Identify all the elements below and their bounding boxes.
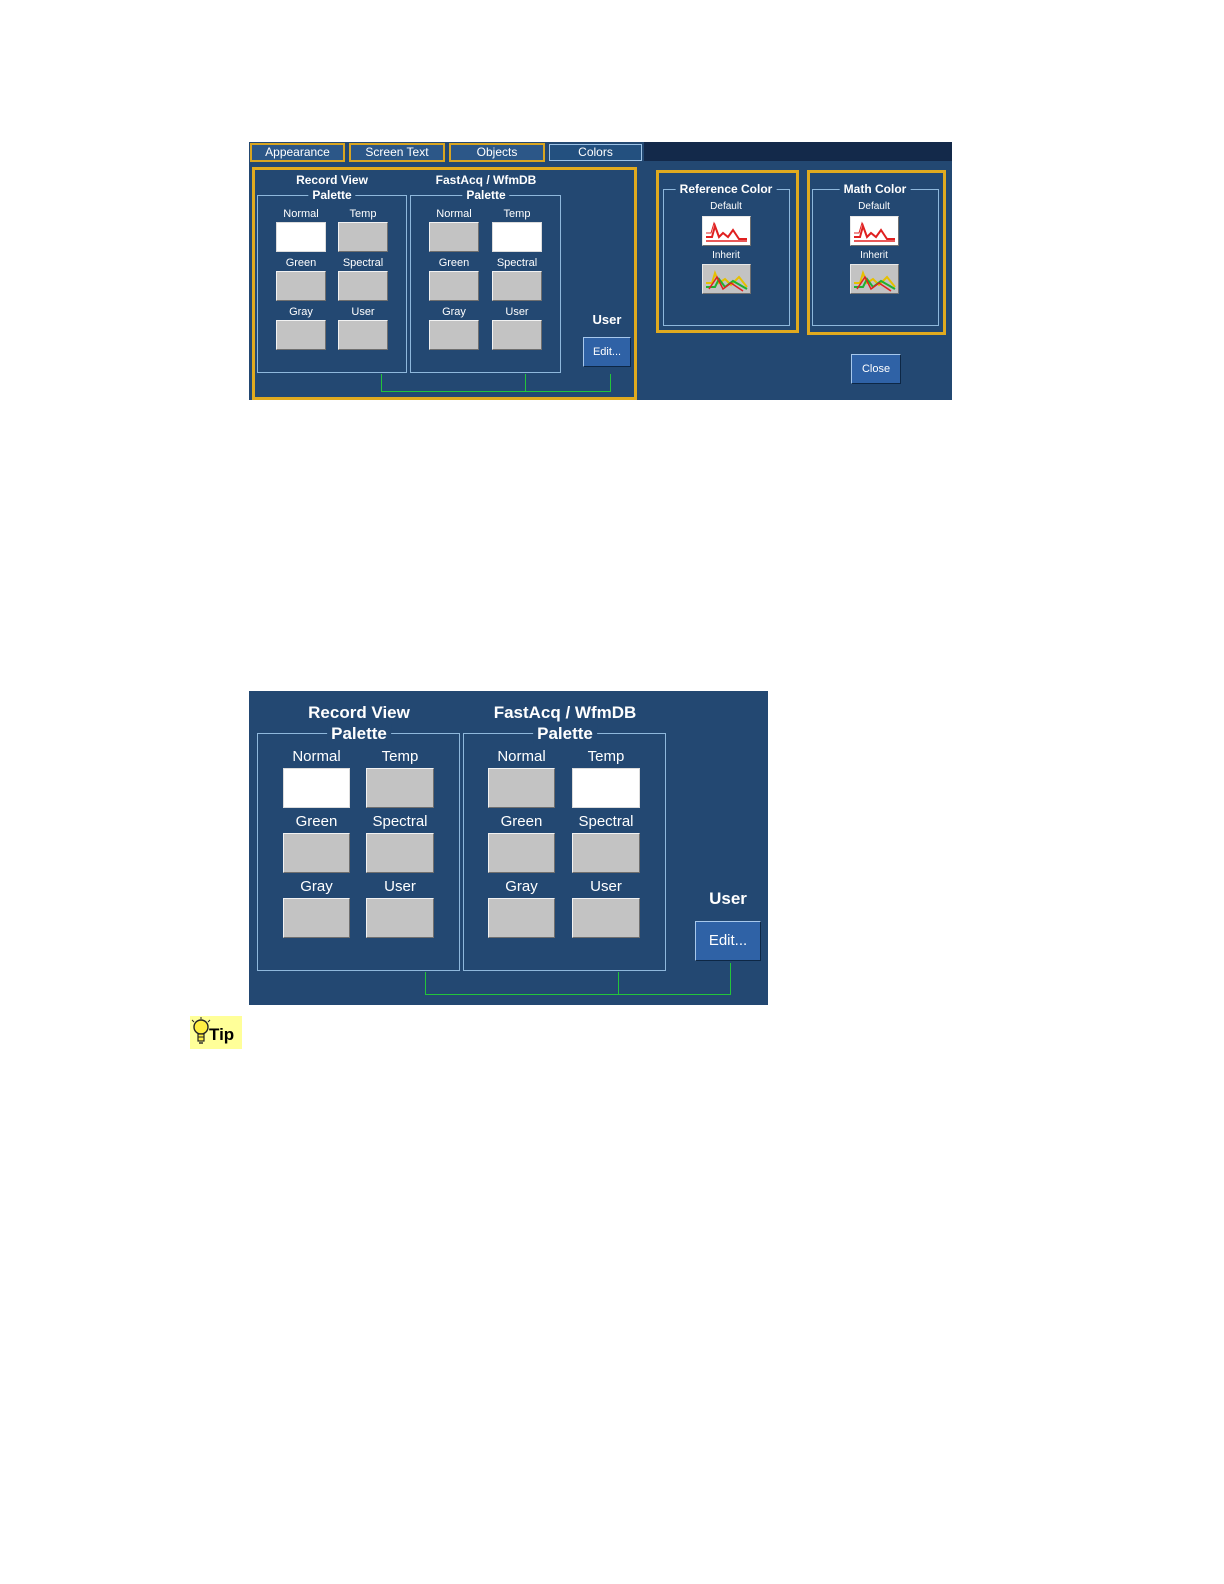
reference-inherit-button[interactable] — [702, 264, 751, 294]
connector-line-left — [381, 374, 382, 392]
zoom-fa-user-swatch[interactable] — [572, 898, 640, 938]
rv-temp-swatch[interactable] — [338, 222, 388, 252]
zoom-fa-green-swatch[interactable] — [488, 833, 555, 873]
zoom-record-view-title: Record View — [308, 703, 410, 722]
zoom-rv-user-swatch[interactable] — [366, 898, 434, 938]
fa-gray-swatch[interactable] — [429, 320, 479, 350]
fa-temp-label: Temp — [503, 208, 531, 220]
tip-badge: Tip — [190, 1016, 242, 1049]
fa-gray-label: Gray — [442, 306, 466, 318]
zoom-user-label: User — [709, 889, 747, 908]
math-color-title: Math Color — [839, 182, 911, 196]
red-waveform-icon — [854, 221, 895, 242]
zoom-rv-green-swatch[interactable] — [283, 833, 350, 873]
rv-normal-label: Normal — [283, 208, 319, 220]
zoom-rv-temp-label: Temp — [381, 748, 419, 765]
zoom-rv-temp-swatch[interactable] — [366, 768, 434, 808]
close-button[interactable]: Close — [851, 354, 901, 384]
math-inherit-button[interactable] — [850, 264, 899, 294]
red-waveform-icon — [706, 221, 747, 242]
zoom-edit-user-palette-button[interactable]: Edit... — [695, 921, 761, 961]
zoom-fa-temp-swatch[interactable] — [572, 768, 640, 808]
tab-screen-text[interactable]: Screen Text — [349, 143, 445, 162]
record-view-subtitle: Palette — [308, 188, 356, 202]
fa-green-swatch[interactable] — [429, 271, 479, 301]
colors-dialog: Appearance Screen Text Objects Colors Re… — [249, 142, 952, 400]
connector-line-horizontal — [381, 391, 611, 392]
zoom-fa-gray-label: Gray — [505, 878, 538, 895]
zoom-connector-line-left — [425, 972, 426, 995]
zoom-rv-spectral-swatch[interactable] — [366, 833, 434, 873]
zoom-fastacq-subtitle: Palette — [533, 724, 597, 744]
zoom-rv-spectral-label: Spectral — [372, 813, 428, 830]
zoom-rv-gray-swatch[interactable] — [283, 898, 350, 938]
tab-objects[interactable]: Objects — [449, 143, 545, 162]
zoom-fa-user-label: User — [590, 878, 622, 895]
zoom-fa-normal-label: Normal — [497, 748, 546, 765]
fa-spectral-swatch[interactable] — [492, 271, 542, 301]
zoom-rv-normal-swatch[interactable] — [283, 768, 350, 808]
rv-user-label: User — [351, 306, 375, 318]
multicolor-waveform-icon — [854, 269, 896, 292]
zoom-fa-normal-swatch[interactable] — [488, 768, 555, 808]
zoom-connector-line-middle — [618, 972, 619, 995]
tab-bar-fill — [644, 142, 952, 161]
zoom-record-view-subtitle: Palette — [327, 724, 391, 744]
zoom-rv-normal-label: Normal — [292, 748, 341, 765]
reference-inherit-label: Inherit — [712, 250, 740, 261]
zoom-rv-green-label: Green — [295, 813, 338, 830]
record-view-title: Record View — [296, 173, 368, 187]
rv-green-swatch[interactable] — [276, 271, 326, 301]
rv-gray-swatch[interactable] — [276, 320, 326, 350]
reference-color-title: Reference Color — [675, 182, 777, 196]
fa-user-swatch[interactable] — [492, 320, 542, 350]
math-default-label: Default — [858, 201, 890, 212]
fa-spectral-label: Spectral — [496, 257, 538, 269]
fa-green-label: Green — [438, 257, 470, 269]
fastacq-title: FastAcq / WfmDB — [435, 173, 537, 187]
rv-normal-swatch[interactable] — [276, 222, 326, 252]
math-inherit-label: Inherit — [860, 250, 888, 261]
user-label: User — [592, 312, 622, 327]
fastacq-subtitle: Palette — [462, 188, 510, 202]
fa-user-label: User — [505, 306, 529, 318]
connector-line-right — [610, 374, 611, 392]
rv-green-label: Green — [285, 257, 317, 269]
fa-temp-swatch[interactable] — [492, 222, 542, 252]
zoom-rv-user-label: User — [384, 878, 416, 895]
math-default-button[interactable] — [850, 216, 899, 246]
tab-colors[interactable]: Colors — [549, 144, 642, 161]
zoom-rv-gray-label: Gray — [300, 878, 333, 895]
fa-normal-swatch[interactable] — [429, 222, 479, 252]
rv-gray-label: Gray — [289, 306, 313, 318]
rv-spectral-swatch[interactable] — [338, 271, 388, 301]
zoom-fa-spectral-swatch[interactable] — [572, 833, 640, 873]
zoom-connector-line-horizontal — [425, 994, 731, 995]
connector-line-middle — [525, 374, 526, 392]
rv-user-swatch[interactable] — [338, 320, 388, 350]
tip-label: Tip — [209, 1025, 235, 1044]
multicolor-waveform-icon — [706, 269, 748, 292]
zoom-connector-line-right — [730, 963, 731, 995]
rv-spectral-label: Spectral — [342, 257, 384, 269]
edit-user-palette-button[interactable]: Edit... — [583, 337, 631, 367]
reference-default-label: Default — [710, 201, 742, 212]
fa-normal-label: Normal — [436, 208, 472, 220]
reference-default-button[interactable] — [702, 216, 751, 246]
tab-appearance[interactable]: Appearance — [250, 143, 345, 162]
zoom-fastacq-title: FastAcq / WfmDB — [493, 703, 637, 722]
zoom-fa-spectral-label: Spectral — [578, 813, 634, 830]
palette-zoom-panel: Record View Palette Normal Temp Green Sp… — [249, 691, 768, 1005]
rv-temp-label: Temp — [349, 208, 377, 220]
zoom-fa-gray-swatch[interactable] — [488, 898, 555, 938]
zoom-fa-green-label: Green — [500, 813, 543, 830]
zoom-fa-temp-label: Temp — [587, 748, 625, 765]
